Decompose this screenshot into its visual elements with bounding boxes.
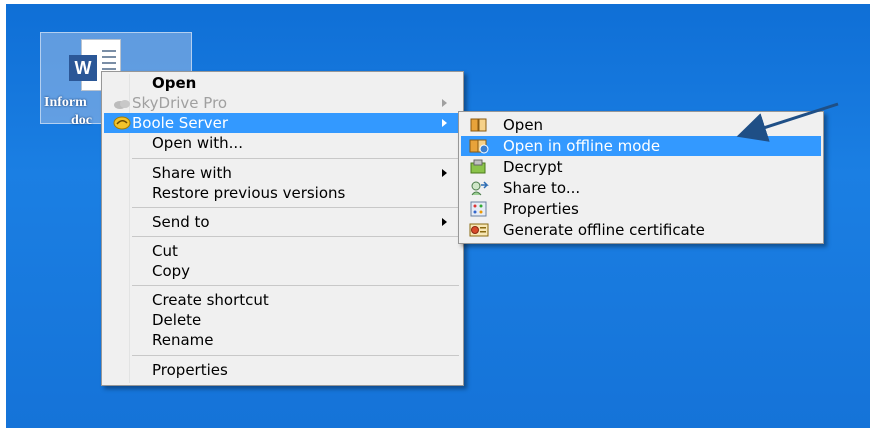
menu-item-boole-server[interactable]: Boole Server (104, 113, 461, 133)
submenu-arrow-icon (442, 169, 447, 177)
menu-item-restore-previous-versions[interactable]: Restore previous versions (104, 183, 461, 203)
menu-separator (132, 285, 459, 286)
menu-separator (132, 207, 459, 208)
book-icon (470, 118, 487, 132)
offline-open-icon (469, 139, 489, 154)
menu-item-cut[interactable]: Cut (104, 241, 461, 261)
submenu-item-share-to[interactable]: Share to... (461, 178, 821, 198)
menu-item-delete[interactable]: Delete (104, 310, 461, 330)
submenu-arrow-icon (442, 99, 447, 107)
menu-item-rename[interactable]: Rename (104, 330, 461, 350)
certificate-icon (469, 223, 489, 237)
word-icon: W (69, 55, 97, 81)
menu-item-send-to[interactable]: Send to (104, 212, 461, 232)
submenu-item-decrypt[interactable]: Decrypt (461, 157, 821, 177)
submenu-arrow-icon (442, 119, 447, 127)
submenu-item-open-offline[interactable]: Open in offline mode (461, 136, 821, 156)
menu-separator (132, 355, 459, 356)
submenu-arrow-icon (442, 218, 447, 226)
submenu-item-open[interactable]: Open (461, 115, 821, 135)
context-menu: Open SkyDrive Pro Boole Server Open with… (101, 71, 464, 386)
icon-label-line2: doc (71, 113, 92, 128)
properties-icon (470, 201, 487, 217)
menu-item-create-shortcut[interactable]: Create shortcut (104, 290, 461, 310)
menu-separator (132, 158, 459, 159)
menu-item-open[interactable]: Open (104, 73, 461, 93)
menu-item-share-with[interactable]: Share with (104, 163, 461, 183)
menu-item-open-with[interactable]: Open with... (104, 133, 461, 153)
menu-item-properties[interactable]: Properties (104, 360, 461, 380)
cloud-icon (114, 100, 130, 109)
menu-item-copy[interactable]: Copy (104, 261, 461, 281)
decrypt-icon (470, 159, 486, 174)
submenu-item-properties[interactable]: Properties (461, 199, 821, 219)
boole-server-submenu: Open Open in offline mode Decrypt Share … (458, 111, 824, 244)
share-icon (471, 181, 489, 196)
boole-server-icon (113, 116, 131, 130)
icon-label-line1: Inform (44, 95, 87, 110)
desktop[interactable]: W Inform doc Open SkyDrive Pro Boole Ser… (6, 4, 870, 428)
menu-separator (132, 236, 459, 237)
menu-item-skydrive-pro[interactable]: SkyDrive Pro (104, 93, 461, 113)
submenu-item-generate-offline-certificate[interactable]: Generate offline certificate (461, 220, 821, 240)
